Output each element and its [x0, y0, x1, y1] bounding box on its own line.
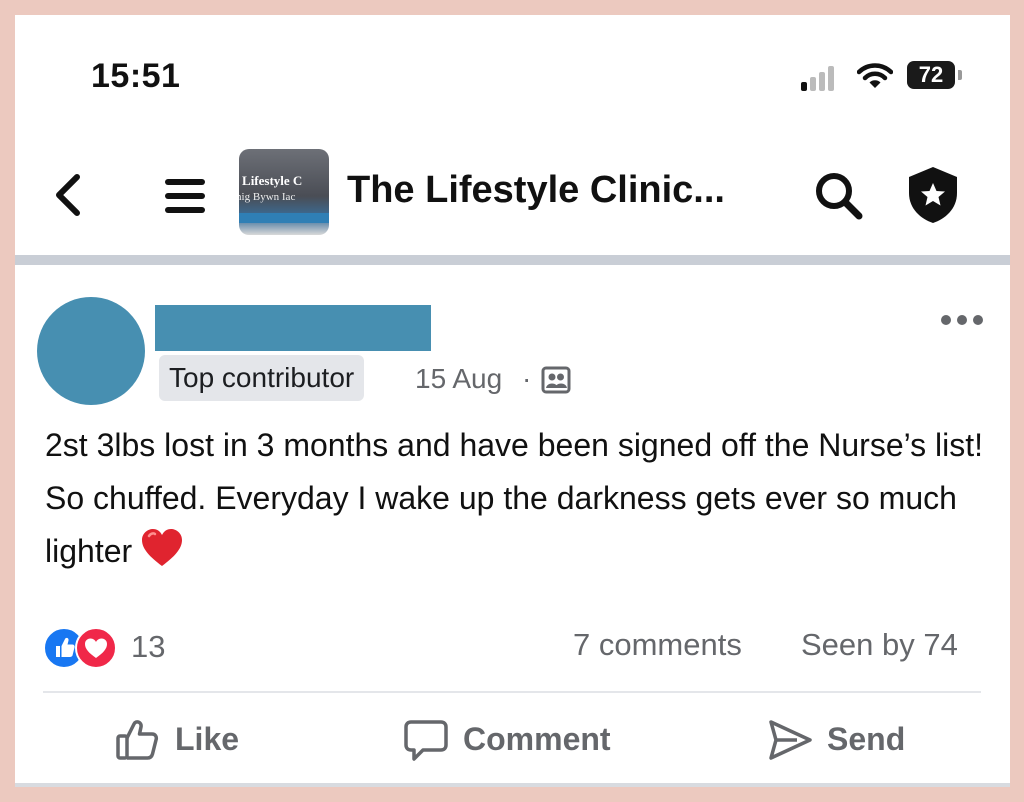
author-name-redacted[interactable]	[155, 305, 431, 351]
thumbnail-text-2: inig Bywn Iac	[239, 191, 296, 203]
menu-icon[interactable]	[165, 177, 209, 215]
like-label: Like	[175, 721, 240, 757]
meta-separator: ·	[522, 363, 532, 394]
signal-icon	[801, 65, 837, 91]
comment-count[interactable]: 7 comments	[573, 627, 742, 663]
thumbnail-text-1: e Lifestyle C	[239, 173, 303, 188]
more-options-icon[interactable]	[941, 311, 985, 327]
back-icon[interactable]	[53, 173, 83, 217]
comment-label: Comment	[463, 721, 611, 757]
send-button[interactable]: Send	[767, 715, 947, 769]
app-screen: 15:51 72 e Lifestyle C inig Bywn Iac The…	[15, 15, 1010, 787]
status-time: 15:51	[91, 57, 181, 95]
red-heart-icon	[142, 529, 183, 566]
top-contributor-badge: Top contributor	[159, 355, 365, 401]
battery-level: 72	[907, 61, 955, 89]
members-icon	[541, 366, 571, 394]
love-reaction-icon	[75, 627, 117, 669]
post-text: 2st 3lbs lost in 3 months and have been …	[45, 419, 995, 578]
post-body-text: 2st 3lbs lost in 3 months and have been …	[45, 427, 984, 569]
shield-star-icon[interactable]	[905, 165, 961, 225]
send-label: Send	[827, 721, 906, 757]
thumbs-up-icon	[116, 720, 159, 760]
search-icon[interactable]	[813, 170, 865, 222]
section-divider	[15, 255, 1010, 265]
bottom-divider	[15, 783, 1010, 787]
post-date[interactable]: 15 Aug	[415, 363, 502, 395]
reaction-count[interactable]: 13	[131, 629, 165, 665]
comment-icon	[404, 720, 448, 761]
wifi-icon	[857, 63, 893, 88]
like-button[interactable]: Like	[115, 715, 275, 769]
action-divider	[43, 691, 981, 693]
battery-icon: 72	[907, 61, 963, 89]
avatar[interactable]	[37, 297, 145, 405]
reaction-icons[interactable]	[43, 627, 123, 669]
group-thumbnail[interactable]: e Lifestyle C inig Bywn Iac	[239, 149, 329, 235]
seen-by-count[interactable]: Seen by 74	[801, 627, 958, 663]
send-icon	[769, 720, 812, 760]
comment-button[interactable]: Comment	[403, 715, 643, 769]
group-title[interactable]: The Lifestyle Clinic...	[347, 169, 725, 212]
